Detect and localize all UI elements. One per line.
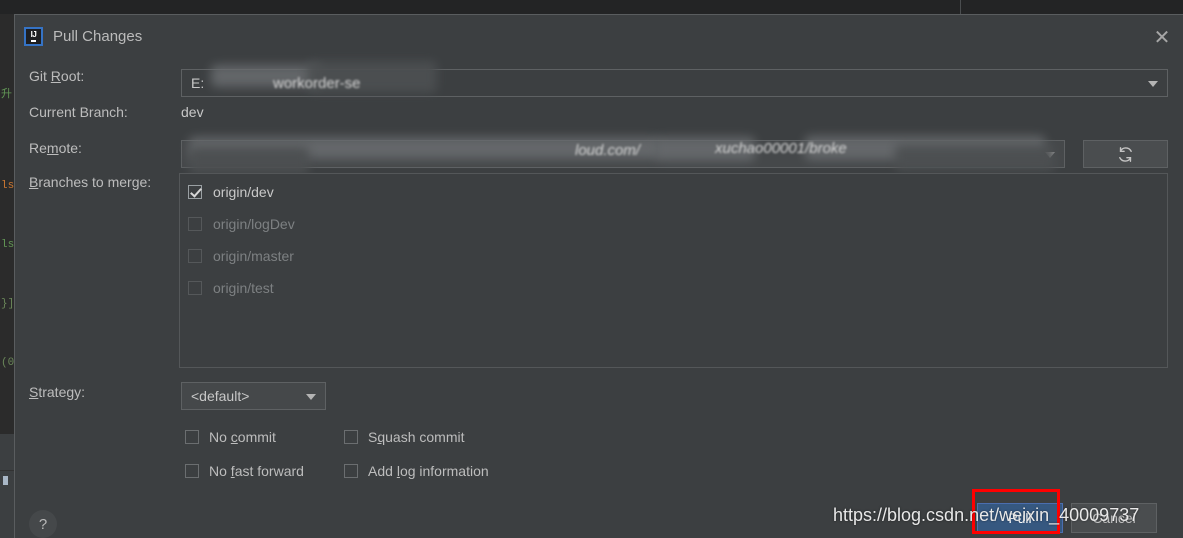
screen: 升 ls ls }] (0 = NC IJ Pull Changes ✕ Git…: [0, 0, 1183, 538]
git-root-value-prefix: E:: [191, 75, 205, 91]
intellij-idea-icon: IJ: [24, 27, 43, 46]
no-commit-label: No commit: [209, 429, 276, 445]
remote-redaction-left-2: [189, 147, 309, 175]
branch-label: origin/test: [213, 280, 274, 296]
current-branch-label: Current Branch:: [29, 104, 128, 120]
ide-top-strip: [0, 0, 1183, 14]
ide-strip-divider: [0, 470, 14, 471]
branch-checkbox[interactable]: [188, 281, 202, 295]
current-branch-value: dev: [181, 104, 204, 120]
remote-label: Remote:: [29, 140, 82, 156]
branch-checkbox[interactable]: [188, 217, 202, 231]
dialog-title: Pull Changes: [53, 28, 143, 45]
checkbox-box[interactable]: [185, 430, 199, 444]
help-button[interactable]: ?: [29, 510, 57, 538]
branch-label: origin/master: [213, 248, 294, 264]
close-icon[interactable]: ✕: [1149, 25, 1175, 51]
squash-commit-label: Squash commit: [368, 429, 465, 445]
ide-editor-code-strip: 升 ls ls }] (0 = NC: [0, 14, 14, 434]
no-fast-forward-label: No fast forward: [209, 463, 304, 479]
cancel-button[interactable]: Cancel: [1071, 503, 1157, 533]
remote-redaction-right-2: [895, 145, 1055, 171]
branches-to-merge-label: Branches to merge:: [29, 174, 152, 190]
ide-top-divider: [960, 0, 961, 14]
branch-item-origin-master[interactable]: origin/master: [188, 246, 294, 266]
no-commit-checkbox[interactable]: No commit: [185, 429, 276, 445]
refresh-remotes-button[interactable]: [1083, 140, 1168, 168]
strategy-combo[interactable]: <default>: [181, 382, 326, 410]
no-fast-forward-checkbox[interactable]: No fast forward: [185, 463, 304, 479]
ide-bottom-toolwindow-strip: [0, 434, 14, 538]
refresh-icon: [1119, 146, 1132, 162]
branch-checkbox[interactable]: [188, 249, 202, 263]
checkbox-box[interactable]: [185, 464, 199, 478]
add-log-information-checkbox[interactable]: Add log information: [344, 463, 489, 479]
branch-item-origin-logdev[interactable]: origin/logDev: [188, 214, 295, 234]
remote-value-fragment-left: loud.com/: [575, 142, 641, 159]
branches-list[interactable]: origin/dev origin/logDev origin/master o…: [179, 173, 1168, 368]
branch-item-origin-test[interactable]: origin/test: [188, 278, 274, 298]
checkbox-box[interactable]: [344, 430, 358, 444]
pull-button[interactable]: Pull: [977, 503, 1063, 533]
ide-strip-marker: [3, 476, 8, 485]
remote-value-fragment-right: xuchao00001/broke: [715, 140, 847, 157]
chevron-down-icon: [306, 394, 316, 400]
dialog-titlebar: IJ Pull Changes ✕: [15, 15, 1183, 61]
branch-label: origin/logDev: [213, 216, 295, 232]
strategy-label: Strategy:: [29, 384, 86, 400]
squash-commit-checkbox[interactable]: Squash commit: [344, 429, 465, 445]
strategy-value: <default>: [191, 388, 250, 404]
git-root-label: Git Root:: [29, 68, 85, 84]
git-root-value-fragment: workorder-se: [273, 75, 361, 92]
add-log-information-label: Add log information: [368, 463, 489, 479]
branch-item-origin-dev[interactable]: origin/dev: [188, 182, 274, 202]
checkbox-box[interactable]: [344, 464, 358, 478]
pull-changes-dialog: IJ Pull Changes ✕ Git Root: E: workorder…: [14, 14, 1183, 538]
branch-checkbox[interactable]: [188, 185, 202, 199]
chevron-down-icon: [1148, 81, 1158, 87]
branch-label: origin/dev: [213, 184, 274, 200]
